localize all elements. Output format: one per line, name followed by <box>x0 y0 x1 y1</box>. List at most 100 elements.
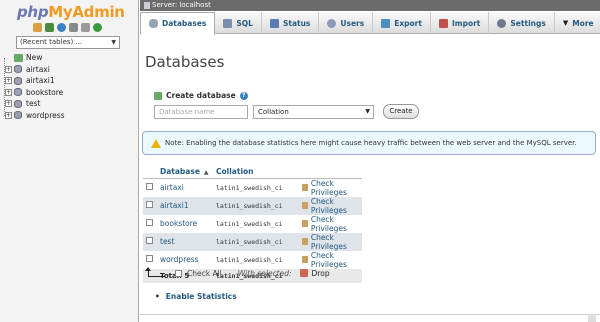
tree-item-airtaxi1[interactable]: + airtaxi1 <box>4 75 65 87</box>
row-checkbox[interactable] <box>146 183 153 190</box>
select-column-header <box>143 166 157 179</box>
reload-icon[interactable] <box>93 23 102 32</box>
export-icon <box>381 18 391 28</box>
chevron-down-icon: ▼ <box>111 39 116 46</box>
database-link[interactable]: bookstore <box>160 219 197 228</box>
help-icon[interactable]: ? <box>239 91 248 100</box>
table-row: airtaxi1 latin1_swedish_ci Check Privile… <box>143 196 362 215</box>
tree-item-airtaxi[interactable]: + airtaxi <box>4 64 65 76</box>
check-privileges-link[interactable]: Check Privileges <box>302 233 362 251</box>
bullet-icon: • <box>155 292 160 301</box>
tab-import[interactable]: Import <box>431 12 490 34</box>
tab-settings[interactable]: Settings <box>489 12 555 34</box>
scrollbar-corner <box>588 314 596 322</box>
check-all[interactable]: Check All <box>175 269 222 278</box>
collation-select[interactable]: Collation ▼ <box>253 105 374 119</box>
tab-status[interactable]: Status <box>262 12 320 34</box>
import-icon <box>438 18 448 28</box>
row-checkbox[interactable] <box>146 219 153 226</box>
privileges-icon <box>302 220 308 227</box>
check-all-checkbox[interactable] <box>175 269 182 277</box>
sort-asc-icon: ▲ <box>203 169 209 177</box>
database-link[interactable]: airtaxi <box>160 183 184 192</box>
divider <box>140 314 600 315</box>
page-title: Databases <box>145 53 225 71</box>
row-checkbox[interactable] <box>146 201 153 208</box>
with-selected-label: With selected: <box>237 268 292 278</box>
tree-item-bookstore[interactable]: + bookstore <box>4 87 65 99</box>
collation-value: latin1_swedish_ci <box>216 238 283 246</box>
create-database-heading: Create database ? <box>154 91 248 100</box>
navigation-panel: phpMyAdmin (Recent tables) ... ▼ New + air… <box>0 0 139 322</box>
settings-icon[interactable] <box>81 23 90 32</box>
warning-icon <box>151 139 161 148</box>
main-tabs: Databases SQL Status Users Export Import… <box>140 12 600 35</box>
phpmyadmin-logo[interactable]: phpMyAdmin <box>17 3 125 21</box>
nav-icon-bar <box>33 23 102 32</box>
database-icon <box>14 111 22 119</box>
tab-databases[interactable]: Databases <box>140 12 216 35</box>
database-column-header[interactable]: Database ▲ <box>157 166 213 179</box>
database-icon <box>14 88 22 96</box>
collation-value: latin1_swedish_ci <box>216 220 283 228</box>
tree-item-wordpress[interactable]: + wordpress <box>4 110 65 122</box>
users-icon <box>327 18 337 28</box>
action-column-header <box>299 166 362 179</box>
expand-icon[interactable]: + <box>5 77 12 84</box>
server-breadcrumb-bar: Server: localhost <box>140 0 600 11</box>
database-tree: New + airtaxi + airtaxi1 + bookstore + test … <box>4 52 65 121</box>
settings-icon <box>497 18 507 28</box>
tab-more[interactable]: ▼ More <box>555 12 600 34</box>
status-icon <box>269 18 279 28</box>
privileges-icon <box>302 184 308 191</box>
more-dropdown-icon: ▼ <box>562 19 569 27</box>
expand-icon[interactable]: + <box>5 65 12 73</box>
bulk-actions: Check All With selected: Drop <box>145 267 330 278</box>
tab-export[interactable]: Export <box>373 12 431 34</box>
server-breadcrumb[interactable]: Server: localhost <box>152 1 211 9</box>
drop-button[interactable]: Drop <box>299 269 330 278</box>
check-privileges-link[interactable]: Check Privileges <box>302 197 362 215</box>
table-row: airtaxi latin1_swedish_ci Check Privileg… <box>143 178 362 197</box>
privileges-icon <box>302 256 308 263</box>
expand-icon[interactable]: + <box>5 88 12 96</box>
create-database-icon <box>154 91 162 100</box>
collation-value: latin1_swedish_ci <box>216 256 283 264</box>
chevron-down-icon: ▼ <box>365 108 370 115</box>
table-row: bookstore latin1_swedish_ci Check Privil… <box>143 214 362 233</box>
table-row: test latin1_swedish_ci Check Privileges <box>143 232 362 251</box>
collation-column-header[interactable]: Collation <box>213 166 299 179</box>
database-link[interactable]: wordpress <box>160 255 199 264</box>
server-icon <box>144 2 150 9</box>
row-checkbox[interactable] <box>146 255 153 262</box>
create-button[interactable]: Create <box>383 104 419 119</box>
tree-item-test[interactable]: + test <box>4 98 65 110</box>
check-privileges-link[interactable]: Check Privileges <box>302 215 362 233</box>
databases-table: Database ▲ Collation airtaxi latin1_swedi… <box>143 166 362 283</box>
row-checkbox[interactable] <box>146 237 153 244</box>
privileges-icon <box>302 202 308 209</box>
recent-tables-select[interactable]: (Recent tables) ... ▼ <box>16 36 120 49</box>
table-row: wordpress latin1_swedish_ci Check Privil… <box>143 250 362 269</box>
drop-icon <box>299 269 308 277</box>
check-privileges-link[interactable]: Check Privileges <box>302 179 362 197</box>
logout-icon[interactable] <box>45 23 54 32</box>
database-icon <box>14 65 22 73</box>
tree-item-new[interactable]: New <box>4 52 65 64</box>
expand-icon[interactable]: + <box>5 111 12 119</box>
docs-icon[interactable] <box>69 23 78 32</box>
database-icon <box>149 19 158 28</box>
database-name-input[interactable]: Database name <box>154 105 248 119</box>
check-privileges-link[interactable]: Check Privileges <box>302 251 362 269</box>
tab-sql[interactable]: SQL <box>215 12 262 34</box>
home-icon[interactable] <box>33 23 42 32</box>
database-icon <box>14 99 22 108</box>
database-icon <box>14 76 22 85</box>
enable-statistics-link[interactable]: • Enable Statistics <box>155 292 237 301</box>
database-link[interactable]: airtaxi1 <box>160 201 189 210</box>
arrow-up-left-icon <box>145 267 167 278</box>
help-icon[interactable] <box>57 23 66 32</box>
expand-icon[interactable]: + <box>5 100 12 107</box>
database-link[interactable]: test <box>160 237 174 246</box>
tab-users[interactable]: Users <box>319 12 374 34</box>
